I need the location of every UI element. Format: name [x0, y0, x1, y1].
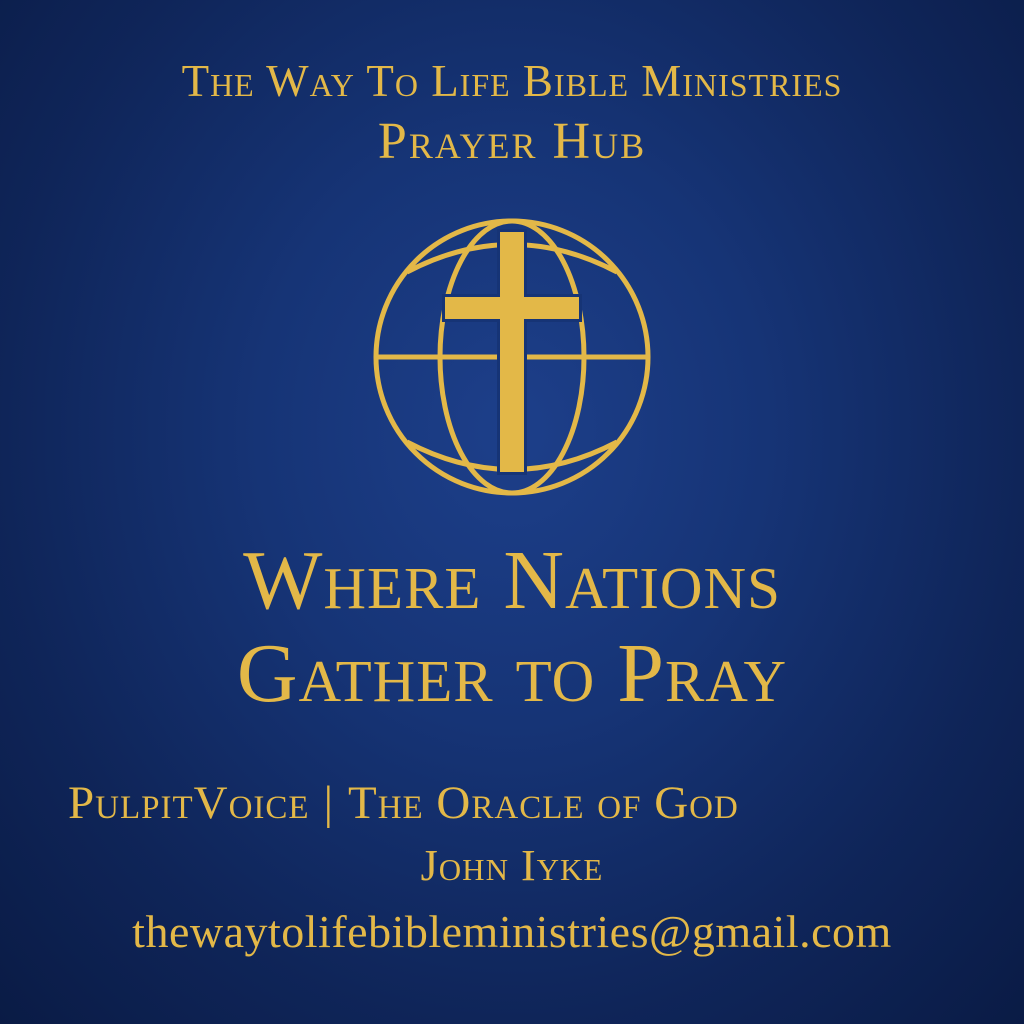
organization-name: The Way To Life Bible Ministries: [181, 56, 843, 106]
globe-with-cross-icon: [373, 218, 651, 496]
page-subtitle: Prayer Hub: [377, 113, 647, 170]
brand-subtitle: The Oracle of God: [347, 777, 739, 829]
brand-separator: |: [323, 777, 334, 829]
brand-name: PulpitVoice: [68, 777, 310, 829]
tagline-line-2: Gather to Pray: [236, 627, 788, 720]
contact-email[interactable]: thewaytolifebibleministries@gmail.com: [0, 905, 1024, 958]
tagline-line-1: Where Nations: [243, 534, 781, 627]
author-name: John Iyke: [420, 841, 604, 890]
